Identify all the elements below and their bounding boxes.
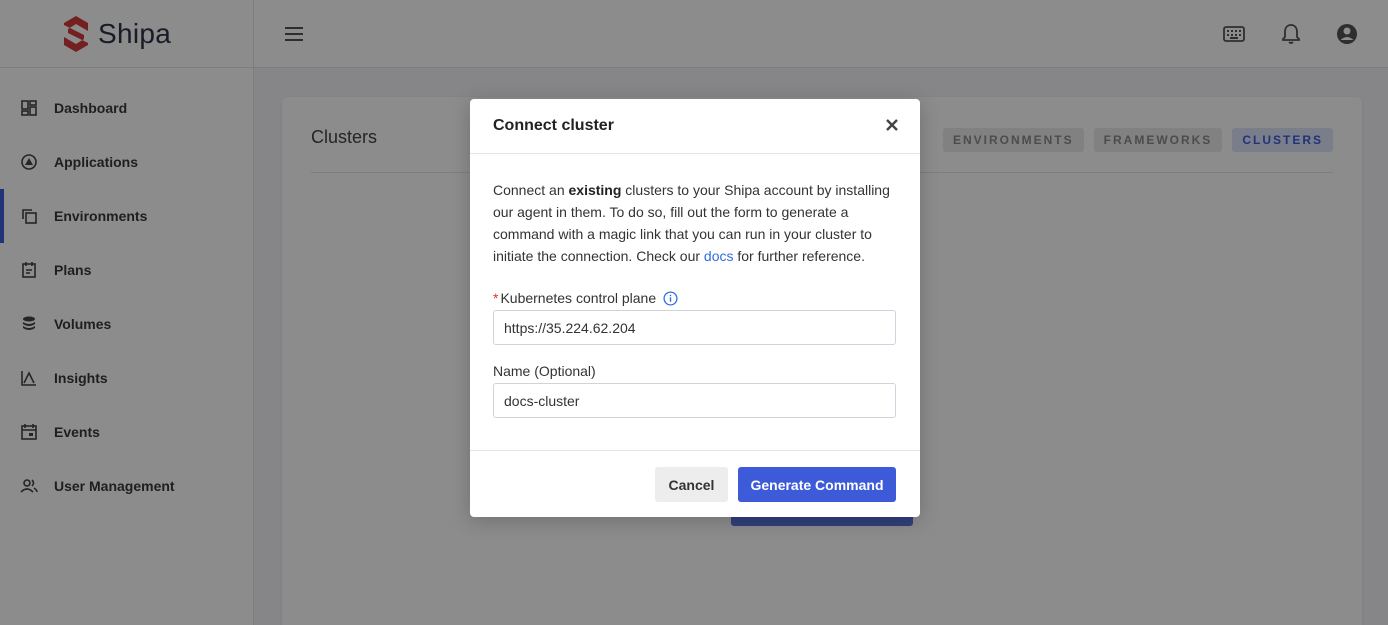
control-plane-label: * Kubernetes control plane [493,290,896,306]
cancel-button[interactable]: Cancel [655,467,728,502]
info-icon[interactable] [663,290,678,306]
control-plane-input[interactable] [493,310,896,345]
control-plane-label-text: Kubernetes control plane [500,290,657,306]
description-bold: existing [568,182,622,198]
modal-footer: Cancel Generate Command [470,450,920,517]
required-mark: * [493,290,499,306]
modal-title: Connect cluster [493,117,614,134]
close-icon[interactable] [884,117,900,133]
generate-command-button[interactable]: Generate Command [738,467,896,502]
connect-cluster-modal: Connect cluster Connect an existing clus… [470,99,920,517]
description-text: Connect an [493,182,569,198]
modal-description: Connect an existing clusters to your Shi… [493,179,896,267]
description-text: for further reference. [733,248,865,264]
name-input[interactable] [493,383,896,418]
name-field-label: Name (Optional) [493,363,596,379]
docs-link[interactable]: docs [704,248,734,264]
modal-header: Connect cluster [470,99,920,154]
modal-body: Connect an existing clusters to your Shi… [470,154,920,418]
